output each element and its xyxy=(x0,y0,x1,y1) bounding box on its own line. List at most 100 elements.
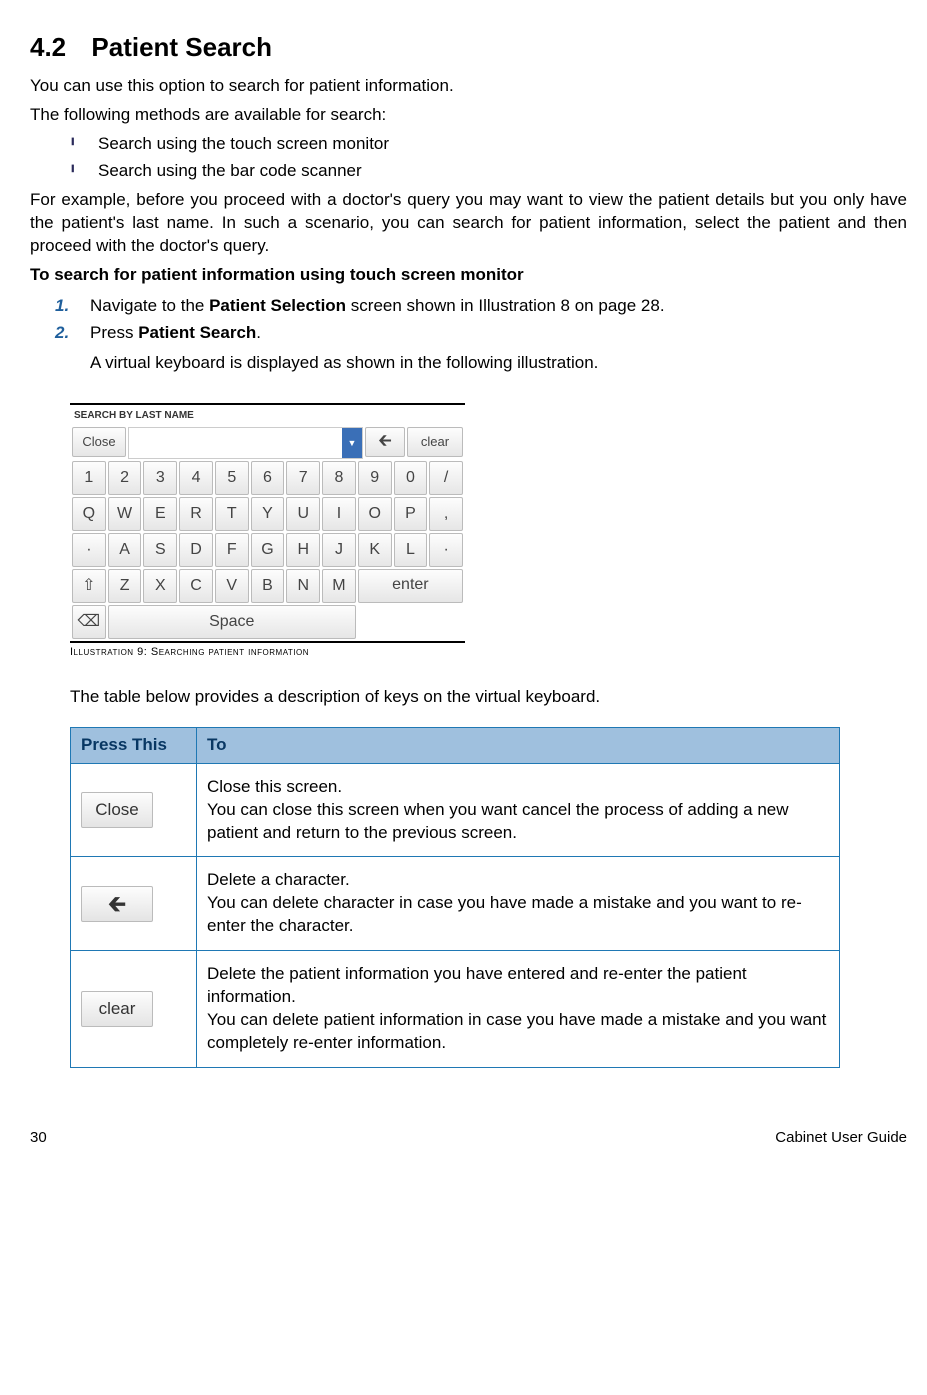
keyboard-grid: 1 2 3 4 5 6 7 8 9 0 / Q W E R T Y U I O … xyxy=(70,461,465,639)
step-note: A virtual keyboard is displayed as shown… xyxy=(90,352,907,375)
key[interactable]: M xyxy=(322,569,356,603)
desc-line: Delete the patient information you have … xyxy=(207,964,747,1006)
step-text: Navigate to the xyxy=(90,296,209,315)
subheading: To search for patient information using … xyxy=(30,264,907,287)
key[interactable]: O xyxy=(358,497,392,531)
table-row: 🡰 Delete a character. You can delete cha… xyxy=(71,857,840,951)
bullet-list: Search using the touch screen monitor Se… xyxy=(30,133,907,183)
key[interactable]: 7 xyxy=(286,461,320,495)
key[interactable]: V xyxy=(215,569,249,603)
step-number: 1. xyxy=(55,295,69,318)
key[interactable]: F xyxy=(215,533,249,567)
paragraph: The following methods are available for … xyxy=(30,104,907,127)
desc-line: You can close this screen when you want … xyxy=(207,800,789,842)
key[interactable]: J xyxy=(322,533,356,567)
illustration-caption: Illustration 9: Searching patient inform… xyxy=(70,645,465,660)
step-item: 1. Navigate to the Patient Selection scr… xyxy=(55,295,907,318)
search-input[interactable]: ▼ xyxy=(128,427,363,459)
key[interactable]: L xyxy=(394,533,428,567)
key[interactable]: , xyxy=(429,497,463,531)
keyboard-header: SEARCH BY LAST NAME xyxy=(70,405,465,425)
step-number: 2. xyxy=(55,322,69,345)
table-cell-key: 🡰 xyxy=(71,857,197,951)
dropdown-icon[interactable]: ▼ xyxy=(342,428,362,458)
desc-line: You can delete patient information in ca… xyxy=(207,1010,826,1052)
key[interactable]: 6 xyxy=(251,461,285,495)
section-title: Patient Search xyxy=(91,32,272,62)
table-intro: The table below provides a description o… xyxy=(70,686,907,709)
bullet-item: Search using the touch screen monitor xyxy=(70,133,907,156)
key[interactable]: Z xyxy=(108,569,142,603)
key[interactable]: H xyxy=(286,533,320,567)
key[interactable]: U xyxy=(286,497,320,531)
table-row: Close Close this screen. You can close t… xyxy=(71,763,840,857)
step-text-bold: Patient Search xyxy=(138,323,256,342)
paragraph: For example, before you proceed with a d… xyxy=(30,189,907,258)
backspace-button[interactable]: 🡰 xyxy=(365,427,405,457)
step-text: . xyxy=(256,323,261,342)
key[interactable]: B xyxy=(251,569,285,603)
enter-key[interactable]: enter xyxy=(358,569,463,603)
guide-title: Cabinet User Guide xyxy=(775,1128,907,1148)
key[interactable]: · xyxy=(72,533,106,567)
bullet-item: Search using the bar code scanner xyxy=(70,160,907,183)
key[interactable]: Q xyxy=(72,497,106,531)
clear-key-icon: clear xyxy=(81,991,153,1027)
key[interactable]: 9 xyxy=(358,461,392,495)
key[interactable]: R xyxy=(179,497,213,531)
key[interactable]: 4 xyxy=(179,461,213,495)
paragraph: You can use this option to search for pa… xyxy=(30,75,907,98)
key[interactable]: T xyxy=(215,497,249,531)
key[interactable]: E xyxy=(143,497,177,531)
key[interactable]: 5 xyxy=(215,461,249,495)
key[interactable]: A xyxy=(108,533,142,567)
shift-key[interactable]: ⇧ xyxy=(72,569,106,603)
step-text: screen shown in Illustration 8 on page 2… xyxy=(346,296,664,315)
close-key-icon: Close xyxy=(81,792,153,828)
key[interactable]: 8 xyxy=(322,461,356,495)
key[interactable]: / xyxy=(429,461,463,495)
key[interactable]: G xyxy=(251,533,285,567)
key[interactable]: ⌫ xyxy=(72,605,106,639)
backspace-key-icon: 🡰 xyxy=(81,886,153,922)
step-list: 1. Navigate to the Patient Selection scr… xyxy=(30,295,907,345)
step-item: 2. Press Patient Search. xyxy=(55,322,907,345)
close-button[interactable]: Close xyxy=(72,427,126,457)
table-row: clear Delete the patient information you… xyxy=(71,951,840,1068)
table-header: Press This xyxy=(71,727,197,763)
desc-line: Delete a character. xyxy=(207,870,350,889)
key[interactable]: X xyxy=(143,569,177,603)
key[interactable]: S xyxy=(143,533,177,567)
clear-button[interactable]: clear xyxy=(407,427,463,457)
table-cell-desc: Close this screen. You can close this sc… xyxy=(197,763,840,857)
space-key[interactable]: Space xyxy=(108,605,356,639)
table-cell-key: clear xyxy=(71,951,197,1068)
key[interactable]: W xyxy=(108,497,142,531)
key[interactable]: K xyxy=(358,533,392,567)
section-number: 4.2 xyxy=(30,32,66,62)
key[interactable]: D xyxy=(179,533,213,567)
key[interactable]: 1 xyxy=(72,461,106,495)
key[interactable]: N xyxy=(286,569,320,603)
key[interactable]: · xyxy=(429,533,463,567)
table-cell-desc: Delete the patient information you have … xyxy=(197,951,840,1068)
key[interactable]: 0 xyxy=(394,461,428,495)
key[interactable]: 3 xyxy=(143,461,177,495)
key[interactable]: Y xyxy=(251,497,285,531)
key[interactable]: C xyxy=(179,569,213,603)
desc-line: You can delete character in case you hav… xyxy=(207,893,802,935)
page-footer: 30 Cabinet User Guide xyxy=(30,1128,907,1148)
keyboard-figure: SEARCH BY LAST NAME Close ▼ 🡰 clear 1 2 … xyxy=(70,403,465,659)
page-number: 30 xyxy=(30,1128,47,1148)
key-description-table: Press This To Close Close this screen. Y… xyxy=(70,727,840,1068)
table-header: To xyxy=(197,727,840,763)
table-header-row: Press This To xyxy=(71,727,840,763)
step-text: Press xyxy=(90,323,138,342)
key[interactable]: P xyxy=(394,497,428,531)
key[interactable]: I xyxy=(322,497,356,531)
table-cell-desc: Delete a character. You can delete chara… xyxy=(197,857,840,951)
key[interactable]: 2 xyxy=(108,461,142,495)
step-text-bold: Patient Selection xyxy=(209,296,346,315)
desc-line: Close this screen. xyxy=(207,777,342,796)
table-cell-key: Close xyxy=(71,763,197,857)
